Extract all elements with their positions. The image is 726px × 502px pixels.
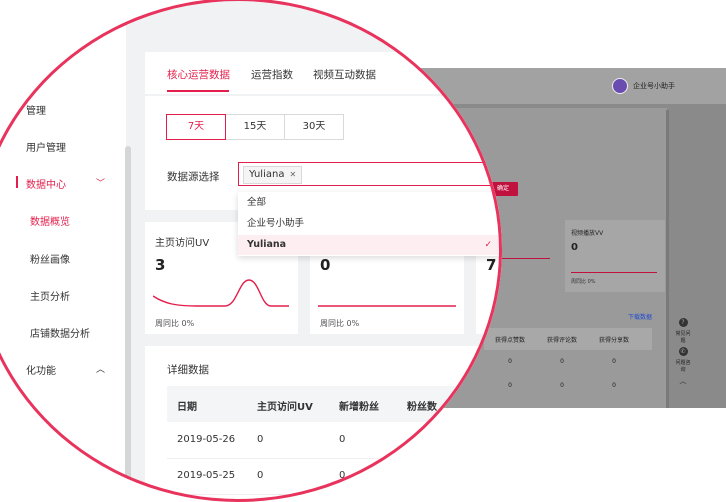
- card-title: 主页访问UV: [155, 238, 210, 249]
- sidebar-item-features[interactable]: 化功能: [26, 362, 56, 377]
- card-value: 0: [571, 242, 578, 253]
- table-row: 2019-05-25 0 0: [167, 458, 500, 495]
- background-table-header: 获得点赞数 获得评论数 获得分享数: [484, 328, 652, 350]
- help-consult[interactable]: 问题咨询: [674, 359, 692, 373]
- th-shares: 获得分享数: [598, 336, 629, 344]
- cell: 0: [560, 358, 564, 365]
- sidebar-item-store-analysis[interactable]: 店铺数据分析: [30, 325, 90, 340]
- chevron-down-icon[interactable]: ﹀: [96, 176, 105, 189]
- th-home-uv: 主页访问UV: [257, 402, 313, 413]
- sidebar-scrollbar[interactable]: [125, 146, 131, 500]
- cell: 0: [339, 470, 346, 481]
- sidebar-item-data-overview[interactable]: 数据概览: [30, 213, 70, 228]
- sidebar-item-data-center[interactable]: 数据中心: [26, 176, 66, 191]
- dropdown-option-assistant[interactable]: 企业号小助手: [238, 214, 500, 234]
- phone-icon[interactable]: ✆: [678, 347, 688, 356]
- option-label: 全部: [247, 197, 267, 208]
- option-label: Yuliana: [247, 239, 287, 250]
- active-tab-underline: [167, 90, 229, 92]
- datasource-dropdown: 全部 企业号小助手 Yuliana ✓: [238, 192, 500, 256]
- th-fans: 粉丝数: [407, 402, 437, 413]
- dropdown-option-all[interactable]: 全部: [238, 193, 500, 213]
- cell: 2019-05-26: [177, 434, 236, 445]
- brand-logo-icon: [612, 78, 628, 94]
- card-value: 0: [320, 256, 331, 274]
- chevron-up-icon[interactable]: ︿: [96, 362, 105, 375]
- th-date: 日期: [177, 402, 197, 413]
- brand-name: 企业号小助手: [633, 82, 675, 90]
- sidebar-item-home-analysis[interactable]: 主页分析: [30, 288, 70, 303]
- card-compare: 周同比 0%: [155, 319, 195, 328]
- datasource-select[interactable]: Yuliana ✕: [238, 162, 500, 186]
- tab-operation-index[interactable]: 运营指数: [251, 67, 293, 82]
- close-icon[interactable]: ✕: [289, 167, 296, 183]
- card-value: 7: [486, 256, 497, 274]
- table-row: 0 0 0: [484, 358, 640, 365]
- background-card-video-vv: 视频播放VV 0 周同比 0%: [565, 220, 665, 292]
- sidebar: 管理 用户管理 数据中心 ﹀ 数据概览 粉丝画像 主页分析 店铺数据分析 化功能…: [0, 0, 126, 500]
- question-icon[interactable]: ?: [678, 318, 688, 327]
- tab-core-operation[interactable]: 核心运营数据: [167, 67, 230, 82]
- dropdown-option-yuliana[interactable]: Yuliana ✓: [238, 235, 500, 255]
- cell: 2019-05-25: [177, 470, 236, 481]
- magnifier-circle: 管理 用户管理 数据中心 ﹀ 数据概览 粉丝画像 主页分析 店铺数据分析 化功能…: [0, 0, 502, 502]
- selected-tag-label: Yuliana: [249, 169, 285, 180]
- background-brand[interactable]: 企业号小助手: [612, 78, 675, 94]
- card-value: 3: [155, 256, 166, 274]
- chevron-up-icon[interactable]: ︿: [680, 376, 687, 386]
- cell: 0: [257, 434, 264, 445]
- tab-bar: 核心运营数据 运营指数 视频互动数据: [145, 52, 500, 94]
- help-faq[interactable]: 常见问题: [674, 330, 692, 344]
- sidebar-item-fan-portrait[interactable]: 粉丝画像: [30, 251, 70, 266]
- cell: 0: [339, 434, 346, 445]
- datasource-label: 数据源选择: [167, 171, 220, 183]
- range-15-days-button[interactable]: 15天: [225, 114, 285, 140]
- background-scrollbar[interactable]: [666, 110, 669, 408]
- th-new-fans: 新增粉丝: [339, 402, 379, 413]
- check-icon: ✓: [484, 240, 492, 250]
- help-widget: ? 常见问题 ✆ 问题咨询 ︿: [674, 318, 692, 386]
- date-range-selector: 7天 15天 30天: [166, 114, 344, 140]
- download-data-link[interactable]: 下载数据: [628, 312, 652, 321]
- detail-data-panel: 详细数据 日期 主页访问UV 新增粉丝 粉丝数 2019-05-26 0 0 2…: [145, 346, 500, 500]
- table-row: 2019-05-26 0 0: [167, 422, 500, 459]
- detail-table-header: 日期 主页访问UV 新增粉丝 粉丝数: [167, 386, 500, 422]
- table-row: 0 0 0: [484, 382, 640, 389]
- option-label: 企业号小助手: [247, 218, 305, 229]
- sparkline: [318, 305, 456, 307]
- sidebar-item-manage[interactable]: 管理: [26, 102, 46, 117]
- range-30-days-button[interactable]: 30天: [284, 114, 344, 140]
- active-section-marker: [16, 176, 18, 188]
- card-compare: 周同比 0%: [320, 319, 360, 328]
- card-compare: 周同比 0%: [571, 279, 596, 285]
- cell: 0: [257, 470, 264, 481]
- selected-tag: Yuliana ✕: [243, 166, 303, 184]
- range-7-days-button[interactable]: 7天: [166, 114, 226, 140]
- cell: 0: [612, 358, 616, 365]
- th-comments: 获得评论数: [546, 336, 577, 344]
- cell: 0: [560, 382, 564, 389]
- sparkline: [153, 279, 289, 307]
- tab-video-interaction[interactable]: 视频互动数据: [313, 67, 376, 82]
- cell: 0: [612, 382, 616, 389]
- detail-title: 详细数据: [167, 364, 209, 376]
- card-title: 视频播放VV: [571, 230, 604, 237]
- sidebar-item-user-manage[interactable]: 用户管理: [26, 139, 66, 154]
